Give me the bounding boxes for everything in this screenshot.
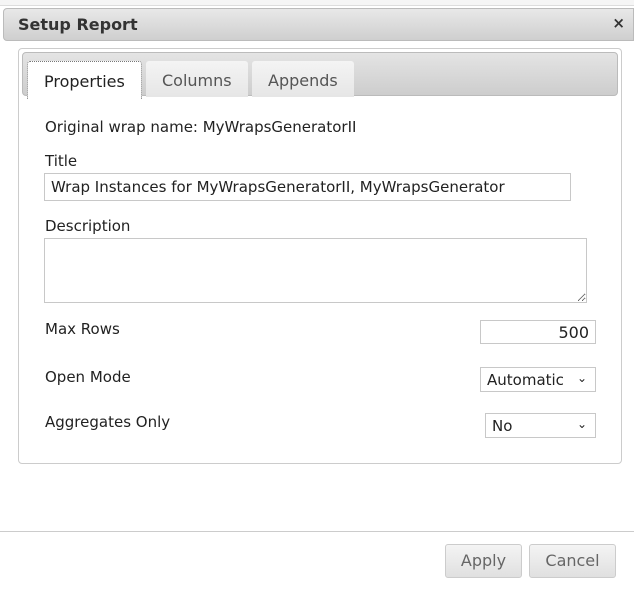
aggregates-only-select[interactable]: No ⌄ <box>485 413 596 438</box>
description-label: Description <box>45 217 131 235</box>
cancel-button[interactable]: Cancel <box>529 544 616 578</box>
open-mode-select[interactable]: Automatic ⌄ <box>480 367 596 392</box>
close-icon[interactable]: × <box>612 14 625 32</box>
original-wrap-name: Original wrap name: MyWrapsGeneratorII <box>45 118 357 136</box>
footer-divider <box>0 531 634 532</box>
tab-bar: Properties Columns Appends <box>22 52 618 99</box>
tab-appends[interactable]: Appends <box>252 61 354 97</box>
tab-properties[interactable]: Properties <box>27 61 142 99</box>
tab-columns[interactable]: Columns <box>146 61 248 97</box>
aggregates-only-value: No <box>492 417 513 435</box>
aggregates-only-label: Aggregates Only <box>45 413 171 431</box>
chevron-down-icon: ⌄ <box>576 371 587 385</box>
apply-button[interactable]: Apply <box>445 544 522 578</box>
title-label: Title <box>45 152 78 170</box>
max-rows-label: Max Rows <box>45 320 120 338</box>
open-mode-label: Open Mode <box>45 368 131 386</box>
background-strip <box>0 0 634 6</box>
tab-panel: Properties Columns Appends Original wrap… <box>18 48 622 464</box>
description-textarea[interactable] <box>44 238 587 303</box>
chevron-down-icon: ⌄ <box>576 417 587 431</box>
max-rows-input[interactable] <box>480 320 596 344</box>
dialog-title: Setup Report <box>18 15 138 34</box>
dialog-titlebar[interactable]: Setup Report × <box>3 8 634 41</box>
title-input[interactable] <box>44 173 571 201</box>
open-mode-value: Automatic <box>487 371 564 389</box>
